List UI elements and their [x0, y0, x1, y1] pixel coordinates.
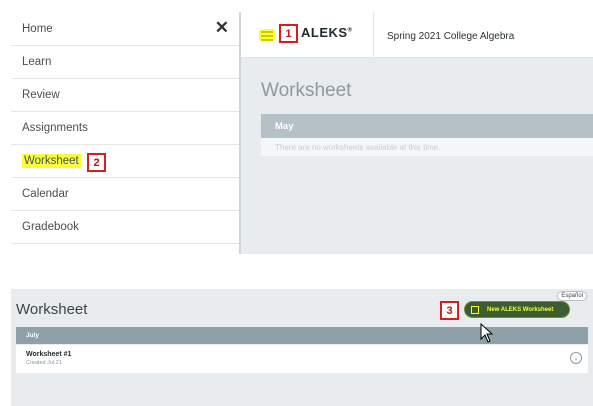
- sidebar-item-home[interactable]: Home ✕: [11, 12, 239, 46]
- main-content-top: Worksheet May There are no worksheets av…: [241, 58, 593, 254]
- logo-mark: ®: [347, 27, 353, 34]
- sidebar-item-worksheet[interactable]: Worksheet 2: [11, 145, 239, 178]
- worksheet-row[interactable]: Worksheet #1 Created Jul 21 ⌄: [16, 345, 588, 373]
- language-toggle-link[interactable]: Español: [557, 291, 587, 301]
- new-aleks-worksheet-button[interactable]: New ALEKS Worksheet: [464, 301, 570, 318]
- worksheet-name: Worksheet #1: [26, 351, 72, 358]
- mouse-cursor-icon: [480, 323, 494, 343]
- sidebar-item-assignments[interactable]: Assignments: [11, 112, 239, 145]
- sidebar-item-label: Worksheet: [22, 154, 81, 168]
- page-title: Worksheet: [16, 301, 88, 318]
- page-title: Worksheet: [261, 80, 352, 101]
- empty-message: There are no worksheets available at thi…: [261, 138, 593, 156]
- sidebar-item-label: Calendar: [22, 188, 69, 200]
- worksheet-icon: [471, 305, 479, 314]
- sidebar-item-gradebook[interactable]: Gradebook: [11, 211, 239, 244]
- sidebar-item-learn[interactable]: Learn: [11, 46, 239, 79]
- sidebar-item-calendar[interactable]: Calendar: [11, 178, 239, 211]
- step-1-badge: 1: [279, 24, 298, 43]
- sidebar-item-label: Home: [22, 22, 53, 35]
- app-header: 1 ALEKS® Spring 2021 College Algebra: [241, 12, 593, 58]
- month-header: May: [261, 114, 593, 138]
- worksheet-page-bottom: Worksheet Español 3 New ALEKS Worksheet …: [11, 289, 593, 406]
- worksheet-created-date: Created Jul 21: [26, 360, 62, 366]
- sidebar-item-label: Learn: [22, 56, 52, 68]
- month-header: July: [16, 327, 588, 344]
- header-divider: [373, 12, 374, 58]
- logo-text: ALEKS: [301, 25, 348, 40]
- sidebar-item-label: Assignments: [22, 122, 88, 134]
- aleks-logo: ALEKS®: [301, 25, 352, 40]
- close-icon[interactable]: ✕: [215, 18, 229, 38]
- step-2-badge: 2: [87, 153, 106, 172]
- sidebar-item-label: Gradebook: [22, 221, 79, 233]
- new-worksheet-button-label: New ALEKS Worksheet: [487, 306, 554, 313]
- sidebar-item-review[interactable]: Review: [11, 79, 239, 112]
- sidebar-item-label: Review: [22, 89, 60, 101]
- step-3-badge: 3: [440, 301, 459, 320]
- hamburger-menu-icon[interactable]: [259, 29, 275, 41]
- course-title: Spring 2021 College Algebra: [387, 31, 515, 42]
- sidebar-menu: Home ✕ Learn Review Assignments Workshee…: [11, 12, 241, 254]
- chevron-down-icon[interactable]: ⌄: [570, 352, 582, 364]
